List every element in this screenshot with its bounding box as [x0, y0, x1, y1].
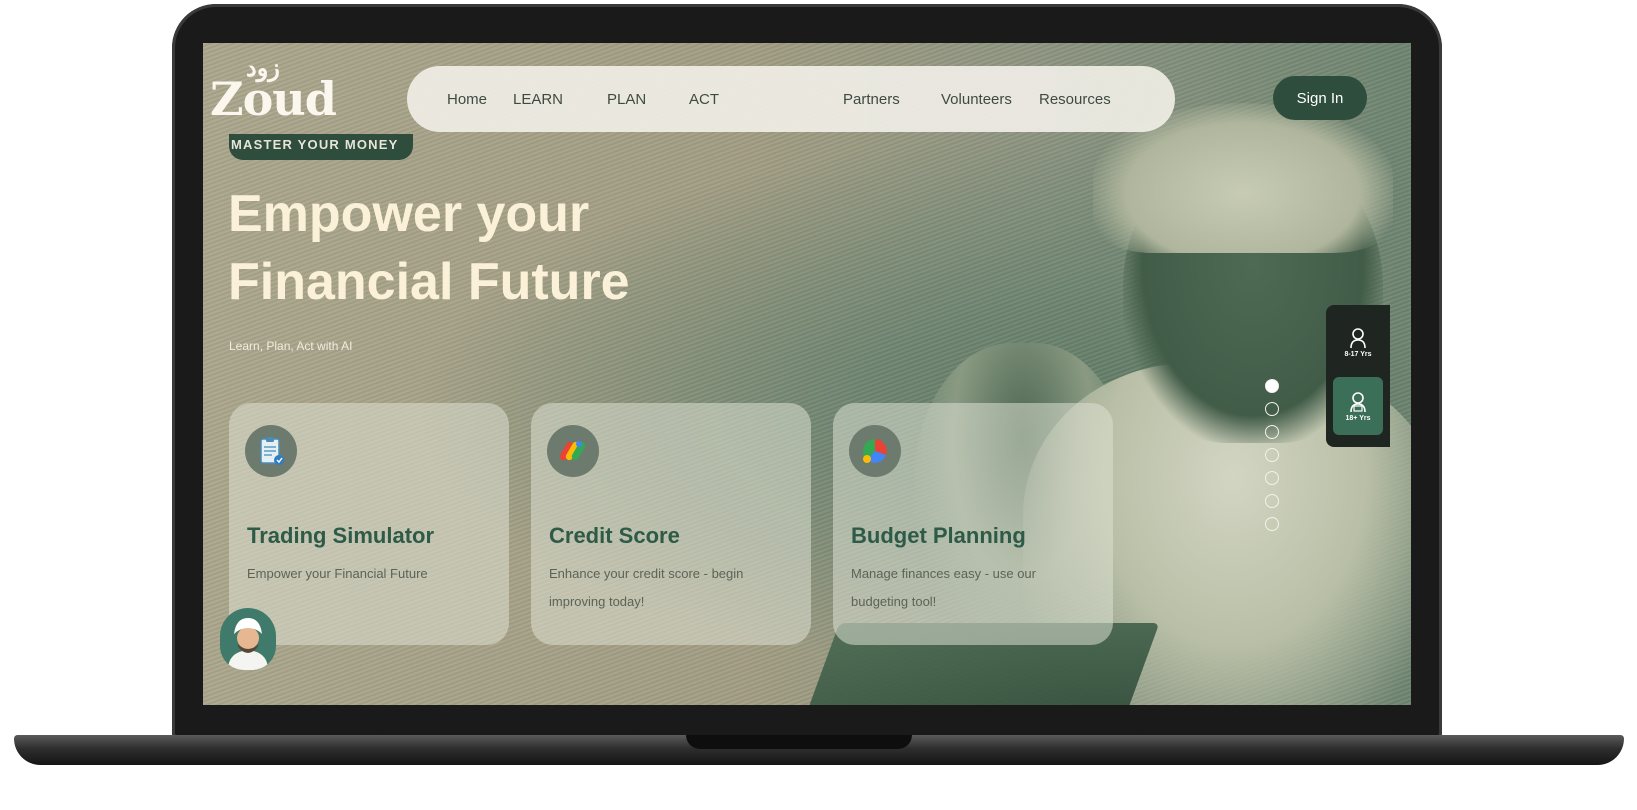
- card-description: Manage finances easy - use our budgeting…: [851, 566, 1036, 609]
- clipboard-icon: [245, 425, 297, 477]
- logo-latin: Zoud: [210, 72, 337, 126]
- card-trading-simulator[interactable]: Trading Simulator Empower your Financial…: [229, 403, 509, 645]
- child-icon: [1350, 327, 1366, 348]
- hero-subtitle: Learn, Plan, Act with AI: [229, 339, 353, 353]
- nav-home[interactable]: Home: [447, 91, 487, 108]
- adult-icon: [1350, 391, 1366, 412]
- nav-plan[interactable]: PLAN: [607, 91, 646, 108]
- nav-volunteers[interactable]: Volunteers: [941, 91, 1012, 108]
- card-credit-score[interactable]: Credit Score Enhance your credit score -…: [531, 403, 811, 645]
- nav-resources[interactable]: Resources: [1039, 91, 1111, 108]
- sign-in-button[interactable]: Sign In: [1273, 76, 1367, 120]
- carousel-dot[interactable]: [1265, 402, 1279, 416]
- carousel-dot[interactable]: [1265, 517, 1279, 531]
- age-option-18-plus[interactable]: 18+ Yrs: [1333, 377, 1383, 435]
- hero-title-line1: Empower your: [228, 185, 590, 243]
- hero-title-line2: Financial Future: [228, 253, 630, 311]
- card-title: Credit Score: [549, 523, 680, 548]
- hero-badge: MASTER YOUR MONEY: [229, 134, 413, 160]
- logo[interactable]: زود Zoud: [210, 56, 337, 134]
- card-title: Budget Planning: [851, 523, 1026, 548]
- carousel-dot[interactable]: [1265, 448, 1279, 462]
- nav-learn[interactable]: LEARN: [513, 91, 563, 108]
- credit-score-icon: [547, 425, 599, 477]
- age-option-label: 8-17 Yrs: [1344, 350, 1372, 358]
- carousel-dot[interactable]: [1265, 425, 1279, 439]
- age-option-label: 18+ Yrs: [1345, 414, 1371, 422]
- carousel-dots: [1265, 379, 1281, 540]
- carousel-dot[interactable]: [1265, 379, 1279, 393]
- nav-partners[interactable]: Partners: [843, 91, 900, 108]
- main-nav: Home LEARN PLAN ACT Partners Volunteers …: [407, 66, 1175, 132]
- nav-act[interactable]: ACT: [689, 91, 719, 108]
- age-option-8-17[interactable]: 8-17 Yrs: [1333, 313, 1383, 371]
- hero-title: Empower your Financial Future: [228, 180, 748, 316]
- carousel-dot[interactable]: [1265, 494, 1279, 508]
- age-group-switch: 8-17 Yrs 18+ Yrs: [1326, 305, 1390, 447]
- carousel-dot[interactable]: [1265, 471, 1279, 485]
- card-title: Trading Simulator: [247, 523, 435, 548]
- assistant-avatar[interactable]: [220, 608, 276, 670]
- card-description: Empower your Financial Future: [247, 566, 428, 581]
- budget-chart-icon: [849, 425, 901, 477]
- card-description: Enhance your credit score - begin improv…: [549, 566, 744, 609]
- laptop-notch: [686, 735, 912, 749]
- card-budget-planning[interactable]: Budget Planning Manage finances easy - u…: [833, 403, 1113, 645]
